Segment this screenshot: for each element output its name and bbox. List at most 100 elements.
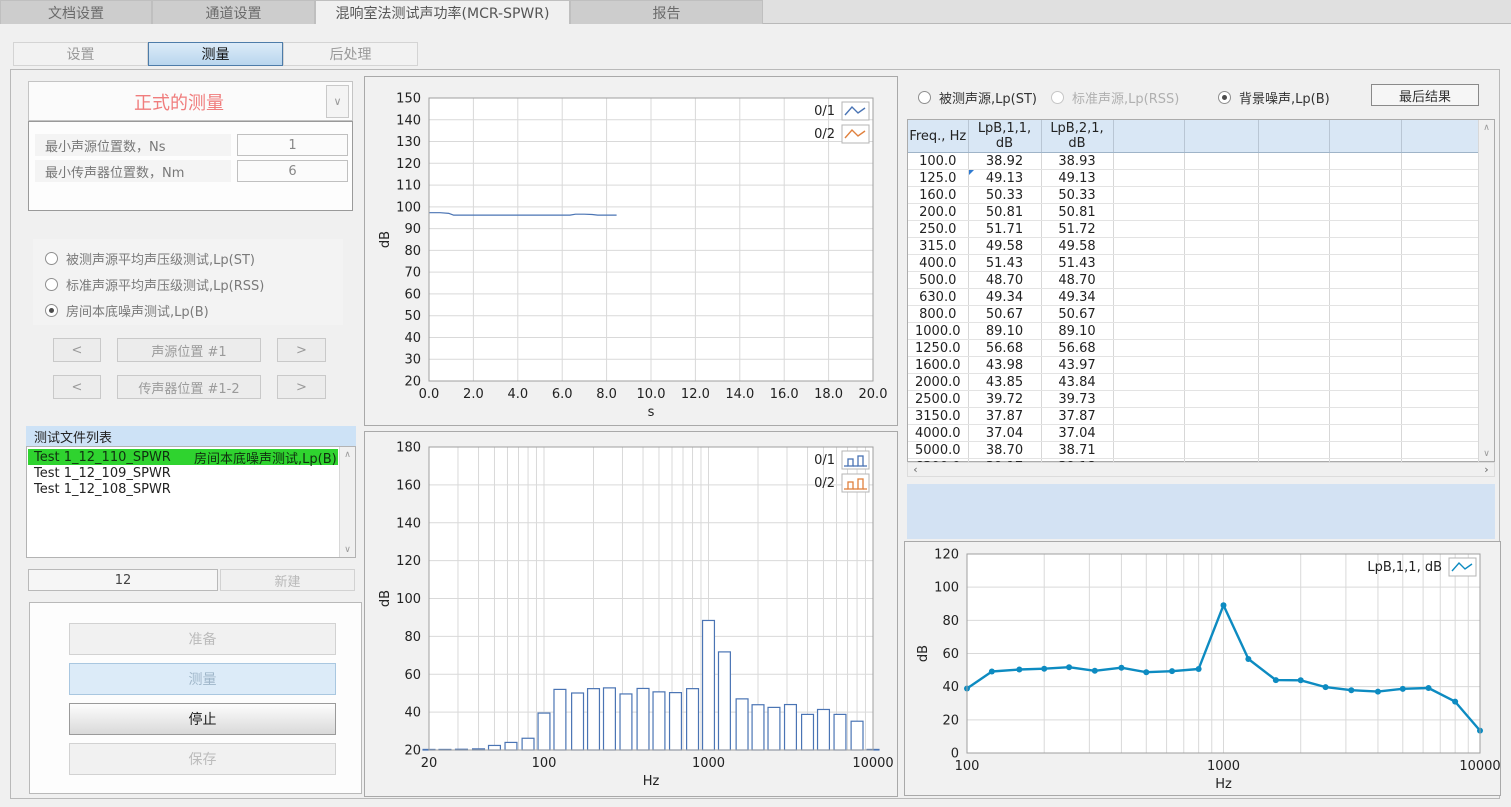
subtab-setup[interactable]: 设置 [13, 42, 148, 66]
microphone-position-prev-button[interactable]: < [53, 375, 101, 399]
table-cell[interactable] [1184, 153, 1258, 170]
measure-button[interactable]: 测量 [69, 663, 336, 695]
table-cell[interactable] [1401, 170, 1478, 187]
table-cell[interactable] [1329, 187, 1401, 204]
table-cell[interactable] [1258, 204, 1329, 221]
table-cell[interactable] [1401, 425, 1478, 442]
table-cell[interactable] [1401, 153, 1478, 170]
tab-document-settings[interactable]: 文档设置 [0, 0, 152, 24]
radio-icon[interactable] [45, 252, 58, 265]
table-cell[interactable] [1113, 306, 1184, 323]
table-cell[interactable] [1113, 357, 1184, 374]
table-cell[interactable] [1258, 221, 1329, 238]
table-cell[interactable]: 37.87 [968, 408, 1041, 425]
table-cell[interactable]: 89.10 [968, 323, 1041, 340]
radio-option-lp-b[interactable]: 房间本底噪声测试,Lp(B) [45, 301, 209, 319]
table-cell[interactable] [1184, 255, 1258, 272]
table-cell[interactable] [1401, 391, 1478, 408]
chevron-down-icon[interactable]: ∨ [326, 85, 349, 118]
table-cell[interactable]: 89.10 [1041, 323, 1113, 340]
table-cell[interactable] [1401, 323, 1478, 340]
file-list-item[interactable]: Test 1_12_109_SPWR [28, 465, 338, 481]
table-cell[interactable] [1258, 255, 1329, 272]
source-position-label-button[interactable]: 声源位置 #1 [117, 338, 261, 362]
table-cell[interactable]: 49.58 [1041, 238, 1113, 255]
table-cell[interactable] [1258, 323, 1329, 340]
table-cell[interactable]: 315.0 [908, 238, 968, 255]
table-cell[interactable] [1184, 357, 1258, 374]
table-cell[interactable] [1113, 221, 1184, 238]
radio-option-lp-rss[interactable]: 标准声源平均声压级测试,Lp(RSS) [45, 275, 264, 293]
table-cell[interactable] [1329, 408, 1401, 425]
table-cell[interactable] [1184, 425, 1258, 442]
table-cell[interactable] [1184, 187, 1258, 204]
table-cell[interactable]: 38.92 [968, 153, 1041, 170]
table-cell[interactable] [1329, 272, 1401, 289]
table-cell[interactable]: 125.0 [908, 170, 968, 187]
file-count-button[interactable]: 12 [28, 569, 218, 591]
table-cell[interactable]: 49.13 [968, 170, 1041, 187]
tab-channel-settings[interactable]: 通道设置 [152, 0, 315, 24]
table-cell[interactable] [1113, 204, 1184, 221]
scroll-down-icon[interactable]: ∨ [340, 542, 355, 557]
table-cell[interactable] [1258, 442, 1329, 459]
table-cell[interactable] [1401, 238, 1478, 255]
microphone-position-next-button[interactable]: > [277, 375, 326, 399]
table-cell[interactable] [1258, 374, 1329, 391]
table-cell[interactable] [1401, 306, 1478, 323]
table-cell[interactable]: 50.67 [1041, 306, 1113, 323]
table-cell[interactable]: 2500.0 [908, 391, 968, 408]
scroll-left-icon[interactable]: ‹ [908, 463, 923, 476]
table-cell[interactable]: 1600.0 [908, 357, 968, 374]
microphone-position-label-button[interactable]: 传声器位置 #1-2 [117, 375, 261, 399]
result-radio-lp-b[interactable]: 背景噪声,Lp(B) [1218, 88, 1330, 106]
table-cell[interactable] [1329, 374, 1401, 391]
table-cell[interactable]: 4000.0 [908, 425, 968, 442]
table-cell[interactable]: 49.34 [1041, 289, 1113, 306]
table-cell[interactable] [1184, 408, 1258, 425]
table-cell[interactable] [1401, 289, 1478, 306]
table-cell[interactable] [1258, 340, 1329, 357]
table-cell[interactable]: 37.04 [1041, 425, 1113, 442]
table-cell[interactable] [1258, 238, 1329, 255]
table-cell[interactable]: 39.72 [968, 391, 1041, 408]
table-cell[interactable] [1401, 272, 1478, 289]
table-cell[interactable]: 56.68 [968, 340, 1041, 357]
table-cell[interactable] [1329, 238, 1401, 255]
table-cell[interactable] [1184, 442, 1258, 459]
table-cell[interactable] [1113, 272, 1184, 289]
table-cell[interactable] [1329, 204, 1401, 221]
table-cell[interactable] [1329, 153, 1401, 170]
save-button[interactable]: 保存 [69, 743, 336, 775]
table-cell[interactable] [1329, 425, 1401, 442]
subtab-measure[interactable]: 测量 [148, 42, 283, 66]
table-cell[interactable] [1401, 187, 1478, 204]
table-cell[interactable] [1184, 391, 1258, 408]
result-radio-lp-rss[interactable]: 标准声源,Lp(RSS) [1051, 88, 1179, 106]
table-cell[interactable]: 250.0 [908, 221, 968, 238]
table-cell[interactable] [1113, 425, 1184, 442]
table-cell[interactable] [1329, 221, 1401, 238]
radio-icon[interactable] [1051, 91, 1064, 104]
table-cell[interactable] [1329, 170, 1401, 187]
table-cell[interactable] [1258, 153, 1329, 170]
table-cell[interactable] [1329, 357, 1401, 374]
table-cell[interactable] [1258, 391, 1329, 408]
table-cell[interactable] [1113, 408, 1184, 425]
source-position-prev-button[interactable]: < [53, 338, 101, 362]
table-cell[interactable] [1113, 289, 1184, 306]
table-cell[interactable] [1113, 238, 1184, 255]
table-cell[interactable]: 43.85 [968, 374, 1041, 391]
table-cell[interactable] [1113, 323, 1184, 340]
table-cell[interactable]: 500.0 [908, 272, 968, 289]
table-cell[interactable] [1329, 255, 1401, 272]
table-cell[interactable] [1329, 442, 1401, 459]
table-cell[interactable] [1329, 306, 1401, 323]
table-cell[interactable]: 49.58 [968, 238, 1041, 255]
table-cell[interactable] [1113, 170, 1184, 187]
table-cell[interactable]: 37.87 [1041, 408, 1113, 425]
table-cell[interactable]: 630.0 [908, 289, 968, 306]
result-radio-lp-st[interactable]: 被测声源,Lp(ST) [918, 88, 1037, 106]
table-cell[interactable]: 5000.0 [908, 442, 968, 459]
table-cell[interactable] [1184, 170, 1258, 187]
